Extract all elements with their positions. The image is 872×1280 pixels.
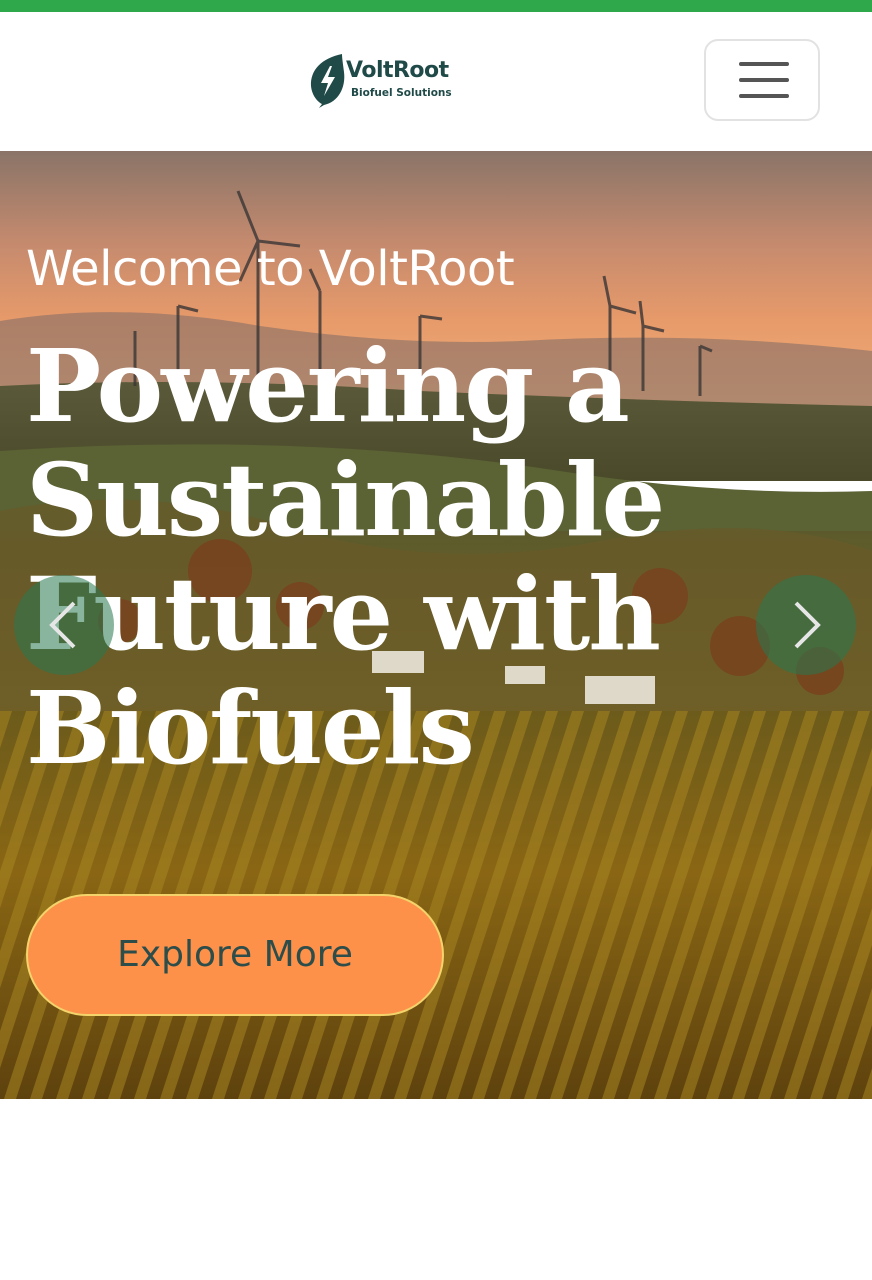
leaf-bolt-icon (310, 54, 345, 108)
status-bar (0, 0, 872, 12)
hero-banner: Welcome to VoltRoot Powering a Sustainab… (0, 151, 872, 1099)
chevron-right-icon (794, 601, 821, 649)
menu-button[interactable] (704, 39, 820, 121)
site-header: VoltRoot Biofuel Solutions (0, 12, 872, 151)
hero-welcome-text: Welcome to VoltRoot (26, 241, 515, 297)
brand-logo[interactable]: VoltRoot Biofuel Solutions (308, 52, 458, 110)
carousel-prev-button[interactable] (14, 575, 114, 675)
brand-name: VoltRoot (346, 58, 449, 83)
hero-headline: Powering a Sustainable Future with Biofu… (26, 327, 665, 787)
brand-tagline: Biofuel Solutions (351, 87, 452, 99)
carousel-next-button[interactable] (756, 575, 856, 675)
chevron-left-icon (49, 601, 76, 649)
explore-more-button[interactable]: Explore More (26, 894, 444, 1016)
